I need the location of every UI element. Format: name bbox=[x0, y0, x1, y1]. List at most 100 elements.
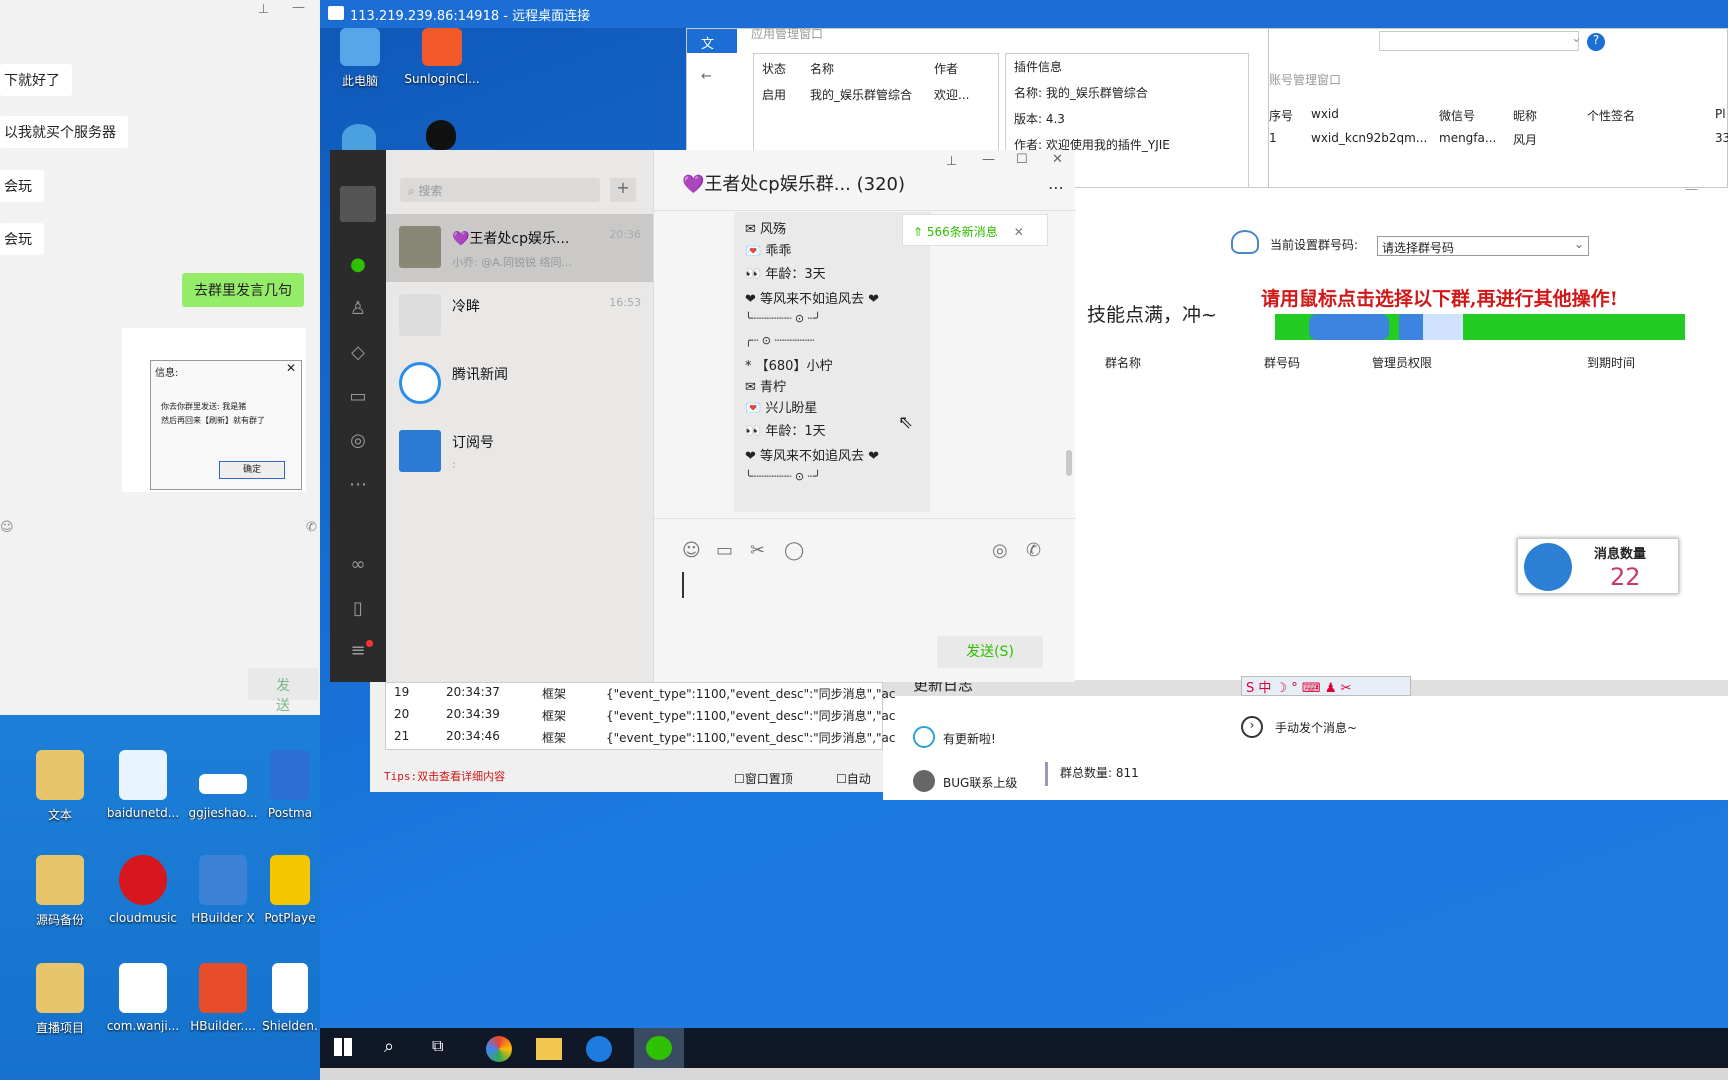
auto-checkbox[interactable]: ☐自动 bbox=[836, 770, 871, 787]
file-explorer-icon[interactable] bbox=[536, 1038, 562, 1060]
more-icon[interactable]: ⋯ bbox=[1048, 178, 1064, 197]
desktop-icon[interactable]: 此电脑 bbox=[320, 28, 400, 89]
bug-contact[interactable]: BUG联系上级 bbox=[943, 774, 1017, 791]
folder-icon[interactable]: ▭ bbox=[346, 386, 370, 408]
chat-icon[interactable]: ● bbox=[346, 254, 370, 276]
new-messages-badge[interactable]: ⇑ 566条新消息 ✕ bbox=[902, 214, 1048, 246]
send-button[interactable]: 发送(S) bbox=[937, 636, 1043, 668]
table-cell[interactable]: 33 bbox=[1715, 131, 1728, 145]
desktop-icon[interactable]: baidunetd... bbox=[103, 750, 183, 820]
chat-name: 腾讯新闻 bbox=[452, 367, 508, 383]
desktop-icon[interactable]: SunloginCl... bbox=[402, 28, 482, 86]
always-on-top-checkbox[interactable]: ☐窗口置顶 bbox=[734, 770, 793, 787]
add-button[interactable]: + bbox=[610, 178, 636, 202]
manual-message-button[interactable]: 手动发个消息~ bbox=[1275, 719, 1357, 736]
image-message[interactable]: 信息: ✕ 你去你群里发送: 我是猪 然后再回来【刷新】就有群了 确定 bbox=[122, 328, 306, 492]
desktop-icon[interactable]: com.wanji... bbox=[103, 963, 183, 1033]
emoji-icon[interactable]: ☺ bbox=[682, 540, 701, 561]
desktop-icon[interactable]: HBuilder X bbox=[183, 855, 263, 925]
windows-start-icon[interactable] bbox=[334, 1038, 352, 1056]
scissors-icon[interactable]: ✂ bbox=[750, 540, 765, 561]
minimize-icon[interactable]: — bbox=[1685, 182, 1698, 197]
close-icon[interactable]: ✕ bbox=[286, 361, 296, 375]
moments-icon[interactable]: ◎ bbox=[346, 430, 370, 452]
table-cell[interactable]: 我的_娱乐群管综合 bbox=[810, 86, 912, 103]
log-cell[interactable]: 20 bbox=[394, 707, 409, 721]
phone-icon[interactable]: ✆ bbox=[306, 520, 317, 535]
log-cell[interactable]: 框架 bbox=[542, 685, 566, 702]
chrome-icon[interactable] bbox=[486, 1036, 512, 1062]
chevron-down-icon[interactable]: ⌄ bbox=[1571, 31, 1582, 46]
chat-item[interactable]: 订阅号 : bbox=[386, 418, 653, 486]
scrollbar[interactable] bbox=[1066, 450, 1072, 476]
log-cell[interactable]: 20:34:39 bbox=[446, 707, 500, 721]
desktop-icon[interactable]: PotPlaye bbox=[260, 855, 320, 925]
log-cell[interactable]: 20:34:46 bbox=[446, 729, 500, 743]
horizontal-scrollbar[interactable] bbox=[320, 1068, 1728, 1080]
task-view-icon[interactable]: ⧉ bbox=[432, 1036, 443, 1056]
chat-item[interactable]: 腾讯新闻 bbox=[386, 350, 653, 418]
table-cell[interactable]: mengfa... bbox=[1439, 131, 1496, 145]
log-cell[interactable]: 19 bbox=[394, 685, 409, 699]
contacts-icon[interactable]: ♙ bbox=[346, 298, 370, 320]
search-input[interactable]: ⌕ 搜索 bbox=[400, 178, 600, 202]
table-cell[interactable]: 1 bbox=[1269, 131, 1277, 145]
phone-icon[interactable]: ✆ bbox=[1026, 540, 1041, 561]
message-input[interactable] bbox=[654, 572, 1076, 632]
tencent-news-icon bbox=[399, 362, 441, 404]
divider bbox=[654, 518, 1076, 519]
desktop-icon[interactable]: 源码备份 bbox=[20, 855, 100, 928]
chat-history-icon[interactable]: ◯ bbox=[784, 540, 804, 561]
desktop-icon[interactable]: Postma bbox=[260, 750, 320, 820]
wechat-taskbar-button[interactable] bbox=[634, 1028, 684, 1070]
desktop-icon[interactable]: 文本 bbox=[20, 750, 100, 823]
image-file-icon bbox=[199, 774, 247, 794]
file-menu[interactable]: 文件 bbox=[687, 29, 737, 71]
log-cell[interactable]: {"event_type":1100,"event_desc":"同步消息","… bbox=[606, 729, 896, 746]
message-line: 👀 年龄：1天 bbox=[745, 424, 826, 439]
help-icon[interactable]: ? bbox=[1587, 33, 1605, 51]
close-icon[interactable]: ✕ bbox=[1052, 152, 1063, 167]
address-combo[interactable] bbox=[1379, 31, 1579, 51]
minimize-icon[interactable]: — bbox=[982, 152, 995, 167]
log-cell[interactable]: 框架 bbox=[542, 707, 566, 724]
log-cell[interactable]: 20:34:37 bbox=[446, 685, 500, 699]
browser-icon[interactable] bbox=[342, 124, 376, 150]
desktop-icon[interactable]: 直播项目 bbox=[20, 963, 100, 1036]
ok-button[interactable]: 确定 bbox=[219, 461, 285, 479]
qq-icon[interactable] bbox=[426, 120, 456, 150]
chat-item[interactable]: 💜王者处cp娱乐... 20:36 小乔: @A.同锐锐 络同... bbox=[386, 214, 653, 282]
avatar[interactable] bbox=[340, 186, 376, 222]
log-cell[interactable]: 框架 bbox=[542, 729, 566, 746]
log-cell[interactable]: 21 bbox=[394, 729, 409, 743]
log-cell[interactable]: {"event_type":1100,"event_desc":"同步消息","… bbox=[606, 685, 896, 702]
desktop-icon[interactable]: Shielden. bbox=[260, 963, 320, 1033]
desktop-icon[interactable]: HBuilder.... bbox=[183, 963, 263, 1033]
folder-icon[interactable]: ▭ bbox=[716, 540, 733, 561]
more-icon[interactable]: ⋯ bbox=[346, 474, 370, 496]
table-cell[interactable]: 启用 bbox=[762, 86, 786, 103]
table-cell[interactable]: 风月 bbox=[1513, 131, 1537, 148]
table-cell[interactable]: 欢迎... bbox=[934, 86, 969, 103]
chat-item[interactable]: 冷眸 16:53 bbox=[386, 282, 653, 350]
ime-toolbar[interactable]: S 中 ☽ ° ⌨ ♟ ✂ bbox=[1241, 676, 1411, 696]
back-arrow-icon[interactable]: ← bbox=[701, 69, 712, 84]
log-cell[interactable]: {"event_type":1100,"event_desc":"同步消息","… bbox=[606, 707, 896, 724]
desktop-icon[interactable]: ggjieshao... bbox=[183, 750, 263, 820]
phone-icon[interactable]: ▯ bbox=[346, 598, 370, 620]
send-button[interactable]: 发送(S bbox=[248, 668, 318, 731]
desktop-icon[interactable]: cloudmusic bbox=[103, 855, 183, 925]
pin-icon[interactable]: ⊥ bbox=[258, 2, 269, 17]
favorites-icon[interactable]: ◇ bbox=[346, 342, 370, 364]
edge-icon[interactable] bbox=[586, 1036, 612, 1062]
miniprogram-icon[interactable]: ∞ bbox=[346, 554, 370, 576]
pin-icon[interactable]: ⊥ bbox=[946, 154, 957, 169]
minimize-icon[interactable]: — bbox=[292, 0, 305, 15]
maximize-icon[interactable]: ☐ bbox=[1016, 152, 1028, 167]
search-icon[interactable]: ⌕ bbox=[384, 1036, 394, 1057]
emoji-icon[interactable]: ☺ bbox=[0, 520, 14, 535]
play-icon[interactable]: › bbox=[1241, 716, 1263, 738]
table-cell[interactable]: wxid_kcn92b2qm... bbox=[1311, 131, 1427, 145]
live-icon[interactable]: ◎ bbox=[992, 540, 1008, 561]
group-number-select[interactable]: 请选择群号码 ⌄ bbox=[1377, 236, 1589, 256]
